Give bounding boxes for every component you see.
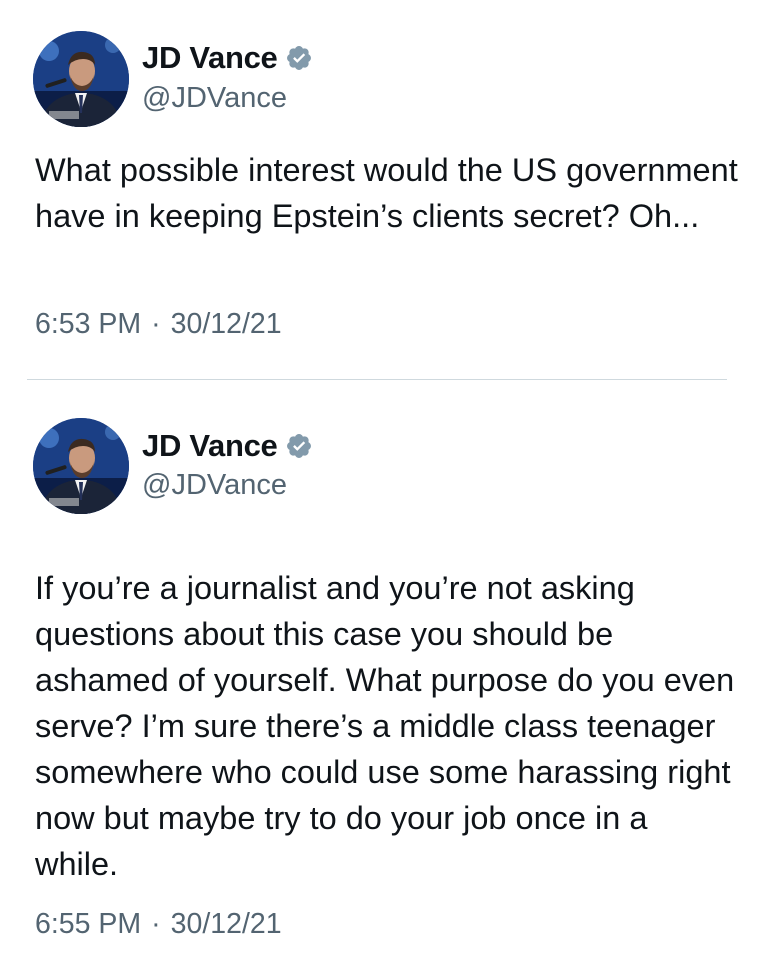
tweet-date[interactable]: 30/12/21 (171, 908, 282, 941)
verified-badge-icon (285, 432, 313, 460)
tweet-text: What possible interest would the US gove… (35, 152, 738, 234)
author-handle[interactable]: @JDVance (142, 82, 287, 115)
avatar-photo (33, 418, 129, 514)
author-handle[interactable]: @JDVance (142, 469, 287, 502)
meta-separator: · (151, 308, 161, 340)
tweet-text: If you’re a journalist and you’re not as… (35, 570, 735, 882)
verified-badge-icon (285, 44, 313, 72)
avatar[interactable] (33, 31, 129, 127)
author-name[interactable]: JD Vance (142, 40, 278, 76)
avatar-photo (33, 31, 129, 127)
tweet-date[interactable]: 30/12/21 (171, 308, 282, 341)
tweet-meta: 6:55 PM · 30/12/21 (35, 908, 282, 941)
tweet-meta: 6:53 PM · 30/12/21 (35, 308, 282, 341)
tweet-time[interactable]: 6:53 PM (35, 308, 141, 341)
tweet-time[interactable]: 6:55 PM (35, 908, 141, 941)
avatar[interactable] (33, 418, 129, 514)
divider (27, 379, 727, 380)
author-name[interactable]: JD Vance (142, 428, 278, 464)
meta-separator: · (151, 908, 161, 940)
